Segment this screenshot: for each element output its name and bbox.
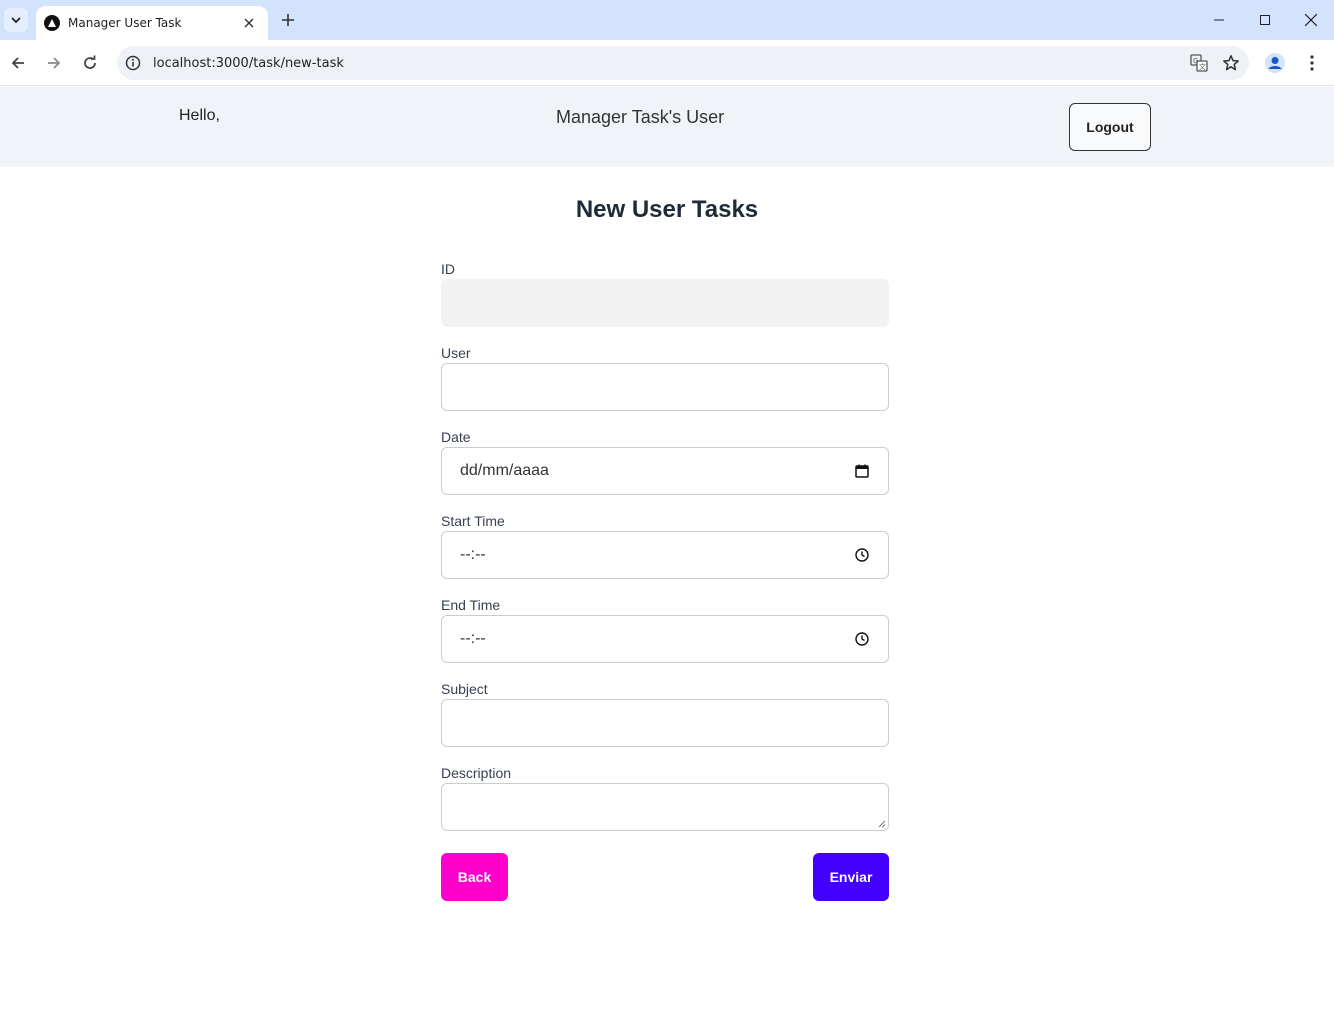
- app-header: Hello, Manager Task's User Logout: [0, 87, 1334, 167]
- id-field: [441, 279, 889, 327]
- browser-tab[interactable]: Manager User Task: [36, 6, 268, 40]
- back-button[interactable]: Back: [441, 853, 508, 901]
- user-input[interactable]: [441, 363, 889, 411]
- end-time-input[interactable]: --:--: [441, 615, 889, 663]
- browser-menu-icon[interactable]: [1300, 50, 1324, 76]
- calendar-icon[interactable]: [852, 461, 872, 481]
- description-textarea[interactable]: [441, 783, 889, 831]
- id-label: ID: [441, 261, 455, 277]
- subject-input[interactable]: [441, 699, 889, 747]
- plus-icon: [282, 14, 294, 26]
- close-tab-icon[interactable]: [240, 14, 258, 32]
- greeting-text: Hello,: [179, 107, 220, 124]
- maximize-icon: [1260, 15, 1270, 25]
- page-title: New User Tasks: [575, 196, 759, 223]
- end-time-placeholder: --:--: [460, 630, 486, 647]
- back-nav-button[interactable]: [4, 49, 32, 77]
- maximize-window-button[interactable]: [1242, 0, 1288, 40]
- site-info-icon[interactable]: [122, 52, 144, 74]
- bookmark-star-icon[interactable]: [1217, 49, 1245, 77]
- close-window-button[interactable]: [1288, 0, 1334, 40]
- tab-search-button[interactable]: [4, 8, 28, 32]
- start-time-input[interactable]: --:--: [441, 531, 889, 579]
- app-title: Manager Task's User: [556, 107, 725, 127]
- user-label: User: [441, 345, 471, 361]
- translate-icon[interactable]: G文: [1185, 49, 1213, 77]
- subject-label: Subject: [441, 681, 488, 697]
- date-input[interactable]: dd/mm/aaaa: [441, 447, 889, 495]
- chevron-down-icon: [11, 17, 21, 24]
- tab-title: Manager User Task: [68, 16, 182, 30]
- submit-button[interactable]: Enviar: [813, 853, 889, 901]
- address-bar[interactable]: localhost:3000/task/new-task G文: [117, 46, 1249, 80]
- minimize-window-button[interactable]: [1196, 0, 1242, 40]
- start-time-placeholder: --:--: [460, 546, 486, 563]
- clock-icon[interactable]: [852, 629, 872, 649]
- description-label: Description: [441, 765, 512, 781]
- svg-text:文: 文: [1199, 62, 1206, 71]
- resize-grip-icon[interactable]: [877, 819, 886, 828]
- minimize-icon: [1214, 19, 1224, 21]
- browser-toolbar: localhost:3000/task/new-task G文: [0, 40, 1334, 86]
- end-time-label: End Time: [441, 597, 501, 613]
- nextjs-logo-icon: [44, 15, 60, 31]
- date-label: Date: [441, 429, 471, 445]
- profile-avatar-icon[interactable]: [1262, 50, 1288, 76]
- start-time-label: Start Time: [441, 513, 505, 529]
- new-tab-button[interactable]: [276, 8, 300, 32]
- browser-tab-bar: Manager User Task: [0, 0, 1334, 40]
- logout-button[interactable]: Logout: [1069, 103, 1151, 151]
- url-text: localhost:3000/task/new-task: [153, 55, 344, 71]
- close-icon: [1305, 14, 1317, 26]
- arrow-right-icon: [48, 57, 61, 69]
- date-placeholder: dd/mm/aaaa: [460, 462, 549, 479]
- reload-icon: [84, 55, 96, 69]
- reload-button[interactable]: [76, 49, 104, 77]
- forward-nav-button[interactable]: [40, 49, 68, 77]
- clock-icon[interactable]: [852, 545, 872, 565]
- arrow-left-icon: [11, 57, 24, 69]
